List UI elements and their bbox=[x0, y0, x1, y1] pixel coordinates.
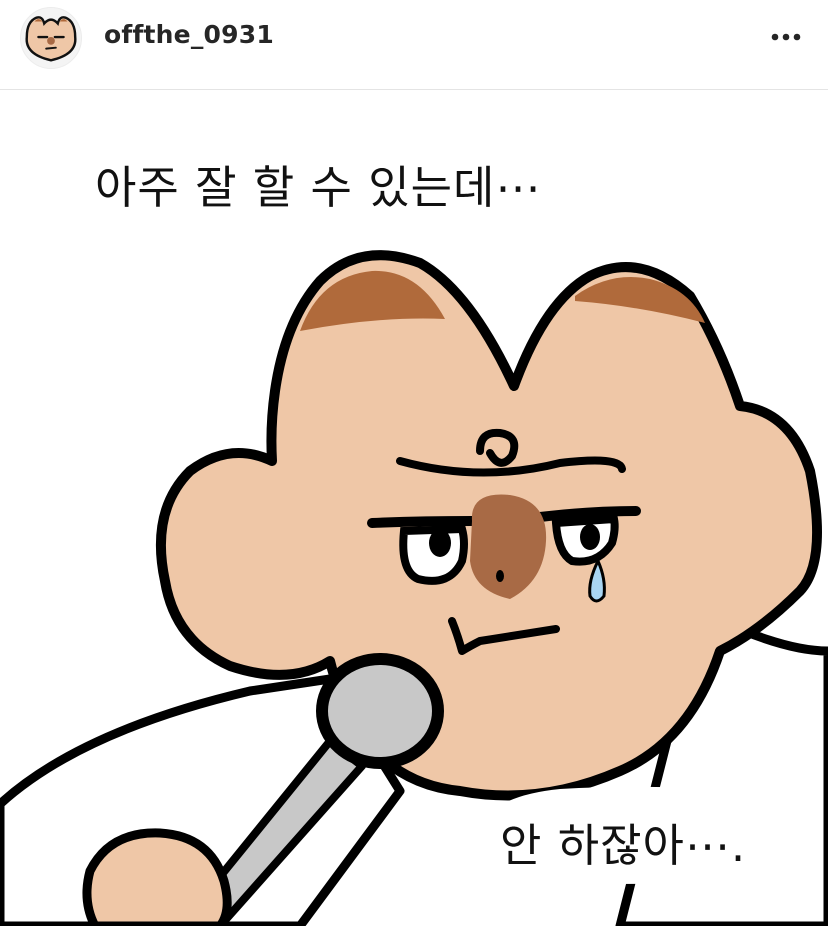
hand bbox=[82, 828, 232, 926]
username[interactable]: offthe_0931 bbox=[104, 20, 274, 49]
post-header: offthe_0931 bbox=[0, 0, 828, 90]
left-brow bbox=[367, 516, 477, 528]
post-image[interactable]: 아주 잘 할 수 있는데⋯ 안 하잖아⋯. bbox=[0, 91, 828, 926]
right-brow bbox=[535, 506, 641, 522]
more-horizontal-icon bbox=[771, 33, 801, 41]
bottom-caption: 안 하잖아⋯. bbox=[500, 819, 747, 872]
comic-illustration bbox=[0, 250, 828, 926]
avatar[interactable] bbox=[20, 7, 82, 69]
more-options-button[interactable] bbox=[766, 22, 806, 52]
top-caption: 아주 잘 할 수 있는데⋯ bbox=[95, 161, 542, 214]
character-avatar-icon bbox=[21, 8, 81, 68]
